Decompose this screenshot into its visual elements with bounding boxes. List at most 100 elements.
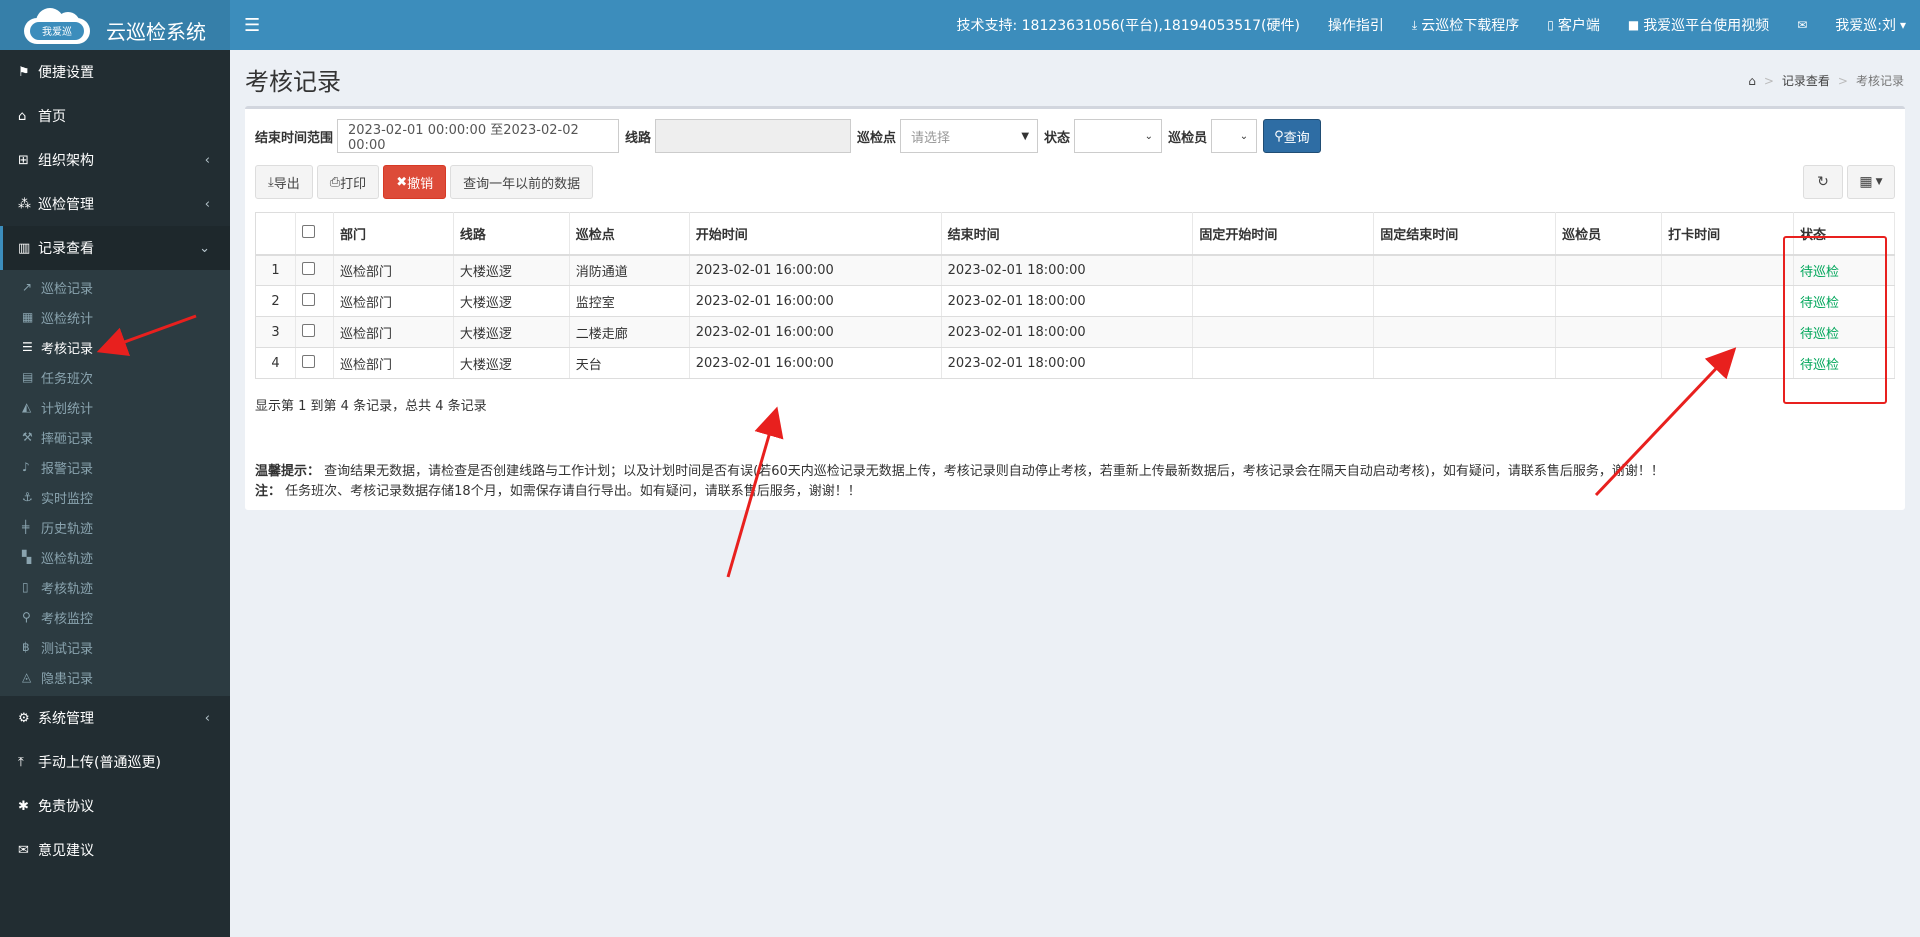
print-button[interactable]: ⎙ 打印 — [316, 165, 380, 199]
col-end[interactable]: 结束时间 — [941, 212, 1194, 256]
list-icon: ☰ — [22, 340, 33, 354]
col-route[interactable]: 线路 — [453, 212, 570, 256]
bar-chart-icon: ▥ — [18, 240, 31, 256]
sidebar-item-quick-settings[interactable]: ⚑ 便捷设置 — [0, 50, 230, 94]
col-inspector[interactable]: 巡检员 — [1555, 212, 1663, 256]
video-label: 我爱巡平台使用视频 — [1643, 18, 1770, 34]
sidebar-item-label: 组织架构 — [38, 153, 94, 169]
cell-dept: 巡检部门 — [333, 285, 454, 317]
sidebar-item-manual-upload[interactable]: ⤒ 手动上传(普通巡更) — [0, 740, 230, 784]
revoke-button[interactable]: ✖ 撤销 — [383, 165, 447, 199]
point-select[interactable]: 请选择 ▼ — [900, 119, 1039, 153]
download-link[interactable]: ⤓ 云巡检下载程序 — [1398, 15, 1533, 35]
subitem-drop-records[interactable]: ⚒ 摔砸记录 — [0, 422, 230, 452]
sidebar-item-label: 意见建议 — [38, 843, 94, 859]
guide-link[interactable]: 操作指引 — [1314, 15, 1398, 35]
cell-inspector — [1555, 316, 1663, 348]
col-select[interactable] — [295, 212, 334, 256]
gavel-icon: ⚒ — [22, 430, 33, 444]
cell-select[interactable] — [295, 254, 334, 286]
row-checkbox[interactable] — [301, 292, 315, 306]
subitem-test-records[interactable]: ฿ 测试记录 — [0, 632, 230, 662]
subitem-assessment-track[interactable]: ▯ 考核轨迹 — [0, 572, 230, 602]
table-row[interactable]: 2 巡检部门 大楼巡逻 监控室 2023-02-01 16:00:00 2023… — [255, 285, 1895, 317]
route-input[interactable] — [655, 119, 852, 153]
cell-punch — [1661, 347, 1794, 379]
cell-point: 消防通道 — [569, 254, 690, 286]
upload-icon: ⤒ — [18, 754, 24, 770]
query-old-data-button[interactable]: 查询一年以前的数据 — [450, 165, 594, 199]
area-chart-icon: ◭ — [22, 400, 32, 414]
sidebar-item-disclaimer[interactable]: ✱ 免责协议 — [0, 784, 230, 828]
cell-index: 4 — [255, 347, 296, 379]
anchor-icon: ⚓ — [22, 490, 33, 504]
row-checkbox[interactable] — [301, 354, 315, 368]
hamburger-icon[interactable]: ☰ — [244, 15, 260, 36]
bell-icon: ♪ — [22, 460, 30, 474]
messages-link[interactable]: ✉ — [1783, 18, 1821, 32]
chevron-left-icon: ‹ — [204, 152, 210, 168]
table-row[interactable]: 1 巡检部门 大楼巡逻 消防通道 2023-02-01 16:00:00 202… — [255, 254, 1895, 286]
subitem-patrol-stats[interactable]: ▦ 巡检统计 — [0, 302, 230, 332]
video-link[interactable]: ■ 我爱巡平台使用视频 — [1614, 15, 1783, 35]
inspector-select[interactable]: ⌄ — [1211, 119, 1258, 153]
columns-toggle-button[interactable]: ▦ ▼ — [1847, 165, 1895, 199]
refresh-button[interactable]: ↻ — [1803, 165, 1843, 199]
subitem-assessment-monitor[interactable]: ⚲ 考核监控 — [0, 602, 230, 632]
sidebar-item-system[interactable]: ⚙ 系统管理 ‹ — [0, 696, 230, 740]
sidebar-item-feedback[interactable]: ✉ 意见建议 — [0, 828, 230, 872]
user-menu[interactable]: 我爱巡:刘 ▾ — [1821, 15, 1920, 35]
col-fixed-end[interactable]: 固定结束时间 — [1373, 212, 1557, 256]
subitem-label: 历史轨迹 — [41, 521, 94, 537]
breadcrumb: ⌂ > 记录查看 > 考核记录 — [1748, 72, 1904, 89]
cell-start: 2023-02-01 16:00:00 — [689, 316, 942, 348]
cell-fixed-end — [1373, 316, 1557, 348]
row-checkbox[interactable] — [301, 323, 315, 337]
close-icon: ✖ — [396, 174, 408, 190]
col-point[interactable]: 巡检点 — [569, 212, 690, 256]
subitem-realtime-monitor[interactable]: ⚓ 实时监控 — [0, 482, 230, 512]
cell-inspector — [1555, 285, 1663, 317]
records-table: 部门 线路 巡检点 开始时间 结束时间 固定开始时间 固定结束时间 巡检员 打卡… — [255, 212, 1895, 379]
sidebar-item-records[interactable]: ▥ 记录查看 ⌄ — [0, 226, 230, 270]
cell-point: 二楼走廊 — [569, 316, 690, 348]
col-start[interactable]: 开始时间 — [689, 212, 942, 256]
breadcrumb-item[interactable]: 记录查看 — [1782, 72, 1830, 89]
status-select[interactable]: ⌄ — [1074, 119, 1163, 153]
select-all-checkbox[interactable] — [301, 224, 315, 238]
subitem-patrol-track[interactable]: ▚ 巡检轨迹 — [0, 542, 230, 572]
query-button-label: 查询 — [1283, 130, 1310, 146]
query-button[interactable]: ⚲ 查询 — [1263, 119, 1321, 153]
cell-route: 大楼巡逻 — [453, 254, 570, 286]
map-marker-icon: ⚲ — [22, 610, 31, 624]
row-checkbox[interactable] — [301, 261, 315, 275]
end-time-range-input[interactable]: 2023-02-01 00:00:00 至2023-02-02 00:00 — [337, 119, 620, 153]
col-fixed-start[interactable]: 固定开始时间 — [1192, 212, 1375, 256]
cell-select[interactable] — [295, 347, 334, 379]
cell-select[interactable] — [295, 316, 334, 348]
sidebar-item-org[interactable]: ⊞ 组织架构 ‹ — [0, 138, 230, 182]
table-row[interactable]: 3 巡检部门 大楼巡逻 二楼走廊 2023-02-01 16:00:00 202… — [255, 316, 1895, 348]
subitem-alarm-records[interactable]: ♪ 报警记录 — [0, 452, 230, 482]
subitem-task-shifts[interactable]: ▤ 任务班次 — [0, 362, 230, 392]
home-icon[interactable]: ⌂ — [1748, 74, 1756, 88]
col-punch[interactable]: 打卡时间 — [1661, 212, 1794, 256]
subitem-plan-stats[interactable]: ◭ 计划统计 — [0, 392, 230, 422]
home-icon: ⌂ — [18, 108, 27, 124]
subitem-history-track[interactable]: ╪ 历史轨迹 — [0, 512, 230, 542]
subitem-hazard-records[interactable]: ◬ 隐患记录 — [0, 662, 230, 692]
tip-text: 查询结果无数据，请检查是否创建线路与工作计划；以及计划时间是否有误(若60天内巡… — [324, 464, 1664, 479]
logo[interactable]: 我爱巡 云巡检系统 — [0, 0, 230, 50]
sidebar-item-home[interactable]: ⌂ 首页 — [0, 94, 230, 138]
col-dept[interactable]: 部门 — [333, 212, 454, 256]
subitem-label: 计划统计 — [41, 401, 94, 417]
table-row[interactable]: 4 巡检部门 大楼巡逻 天台 2023-02-01 16:00:00 2023-… — [255, 347, 1895, 379]
export-button[interactable]: ⤓ 导出 — [255, 165, 313, 199]
sidebar-item-patrol-mgmt[interactable]: ⁂ 巡检管理 ‹ — [0, 182, 230, 226]
revoke-label: 撤销 — [407, 176, 434, 192]
subitem-patrol-records[interactable]: ↗ 巡检记录 — [0, 272, 230, 302]
cell-select[interactable] — [295, 285, 334, 317]
subitem-assessment-records[interactable]: ☰ 考核记录 — [0, 332, 230, 362]
client-link[interactable]: ▯ 客户端 — [1533, 15, 1614, 35]
tech-support-link[interactable]: 技术支持: 18123631056(平台),18194053517(硬件) — [942, 15, 1313, 35]
